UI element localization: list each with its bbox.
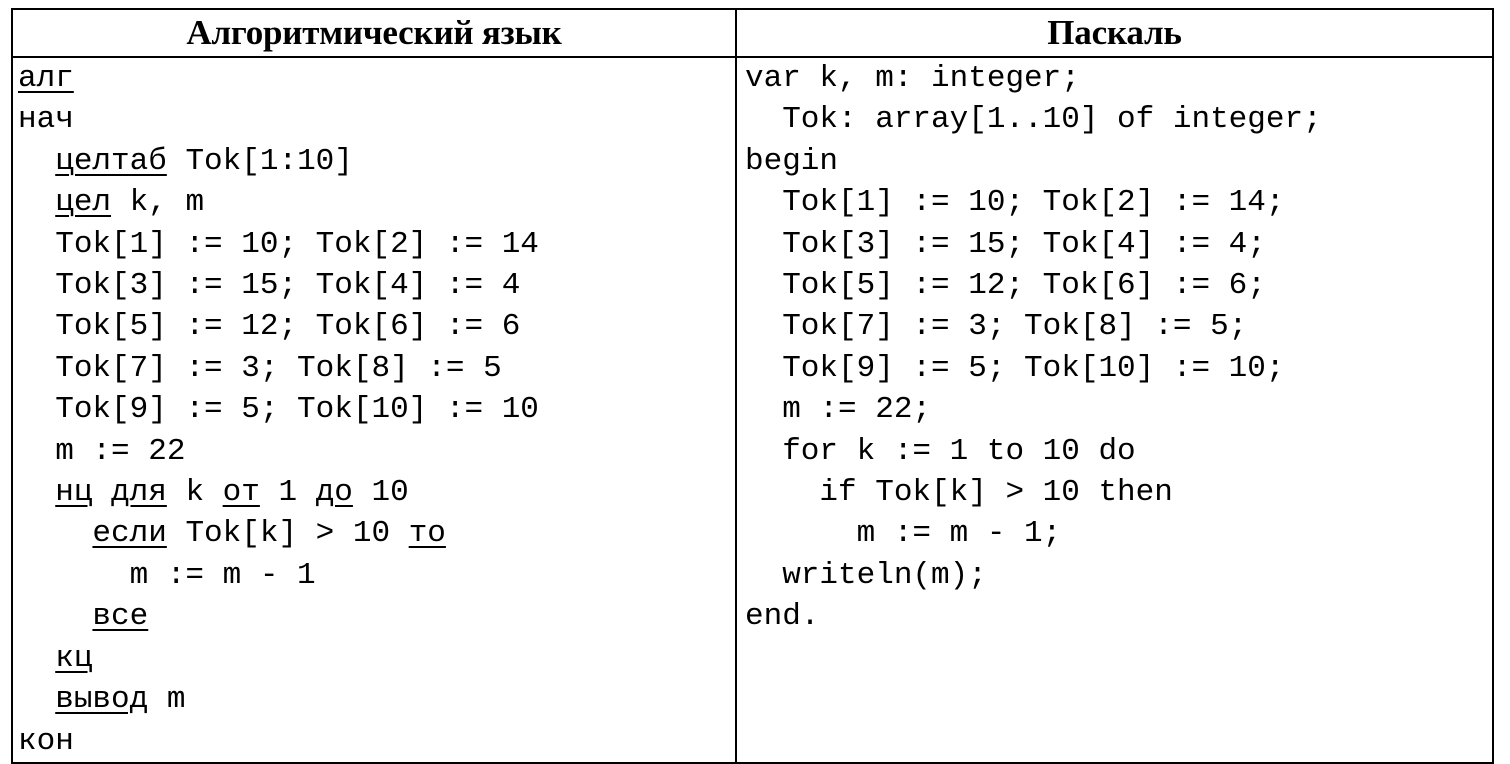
code-line: целтаб Tok[1:10] <box>55 143 353 179</box>
keyword-token: вывод <box>55 682 149 718</box>
keyword-token: цел <box>55 185 112 221</box>
code-line: цел k, m <box>55 185 205 221</box>
code-line: нач <box>18 102 74 138</box>
code-line: if Tok[k] > 10 then <box>745 475 1173 511</box>
code-line: Tok[7] := 3; Tok[8] := 5; <box>745 309 1248 345</box>
code-line: Tok[7] := 3; Tok[8] := 5 <box>55 350 502 386</box>
code-line: end. <box>745 599 820 635</box>
code-line: Tok[3] := 15; Tok[4] := 4; <box>745 226 1266 262</box>
code-line: Tok[5] := 12; Tok[6] := 6 <box>55 309 521 345</box>
code-line: вывод m <box>55 682 186 718</box>
pascal-code-block: var k, m: integer; Tok: array[1..10] of … <box>737 58 1492 638</box>
code-line: m := m - 1 <box>129 557 316 593</box>
keyword-token: для <box>111 475 167 511</box>
code-line: алг <box>18 58 735 99</box>
code-line: кц <box>18 638 735 679</box>
page-root: Алгоритмический язык Паскаль алг нач целт… <box>0 0 1510 764</box>
code-line: все <box>18 596 735 637</box>
code-line: m := 22; <box>745 392 932 428</box>
algorithmic-language-code-cell: алг нач целтаб Tok[1:10] цел k, m Tok[1] … <box>11 56 737 764</box>
keyword-token: если <box>92 516 167 552</box>
code-line: m := m - 1; <box>745 516 1062 552</box>
code-line: Tok[9] := 5; Tok[10] := 10; <box>745 350 1285 386</box>
keyword-token: то <box>408 516 446 552</box>
code-line: Tok: array[1..10] of integer; <box>745 102 1322 138</box>
keyword-token: алг <box>18 61 74 96</box>
keyword-token: до <box>315 475 353 511</box>
keyword-token: целтаб <box>55 143 167 179</box>
table-header-row: Алгоритмический язык Паскаль <box>11 8 1494 58</box>
algorithmic-language-code-block: алг нач целтаб Tok[1:10] цел k, m Tok[1] … <box>13 58 735 762</box>
keyword-token: кц <box>55 640 93 676</box>
table-body-row: алг нач целтаб Tok[1:10] цел k, m Tok[1] … <box>11 56 1494 764</box>
code-line: если Tok[k] > 10 то <box>92 516 446 552</box>
code-line: Tok[3] := 15; Tok[4] := 4 <box>55 268 521 304</box>
column-header-pascal: Паскаль <box>735 8 1494 58</box>
column-header-algorithmic-language: Алгоритмический язык <box>11 8 737 58</box>
code-line: begin <box>745 143 839 179</box>
keyword-token: нц <box>55 475 93 511</box>
keyword-token: от <box>222 475 260 511</box>
code-line: нц для k от 1 до 10 <box>55 475 409 511</box>
algorithm-comparison-table: Алгоритмический язык Паскаль алг нач целт… <box>11 8 1494 764</box>
code-line: Tok[1] := 10; Tok[2] := 14; <box>745 185 1285 221</box>
code-line: Tok[1] := 10; Tok[2] := 14 <box>55 226 539 262</box>
keyword-token: все <box>92 599 149 635</box>
code-line: Tok[5] := 12; Tok[6] := 6; <box>745 268 1266 304</box>
code-line: var k, m: integer; <box>745 61 1080 96</box>
code-line: m := 22 <box>55 433 186 469</box>
pascal-code-cell: var k, m: integer; Tok: array[1..10] of … <box>735 56 1494 764</box>
code-line: кон <box>18 723 74 759</box>
code-line: for k := 1 to 10 do <box>745 433 1136 469</box>
code-line: writeln(m); <box>745 557 987 593</box>
code-line: Tok[9] := 5; Tok[10] := 10 <box>55 392 539 428</box>
